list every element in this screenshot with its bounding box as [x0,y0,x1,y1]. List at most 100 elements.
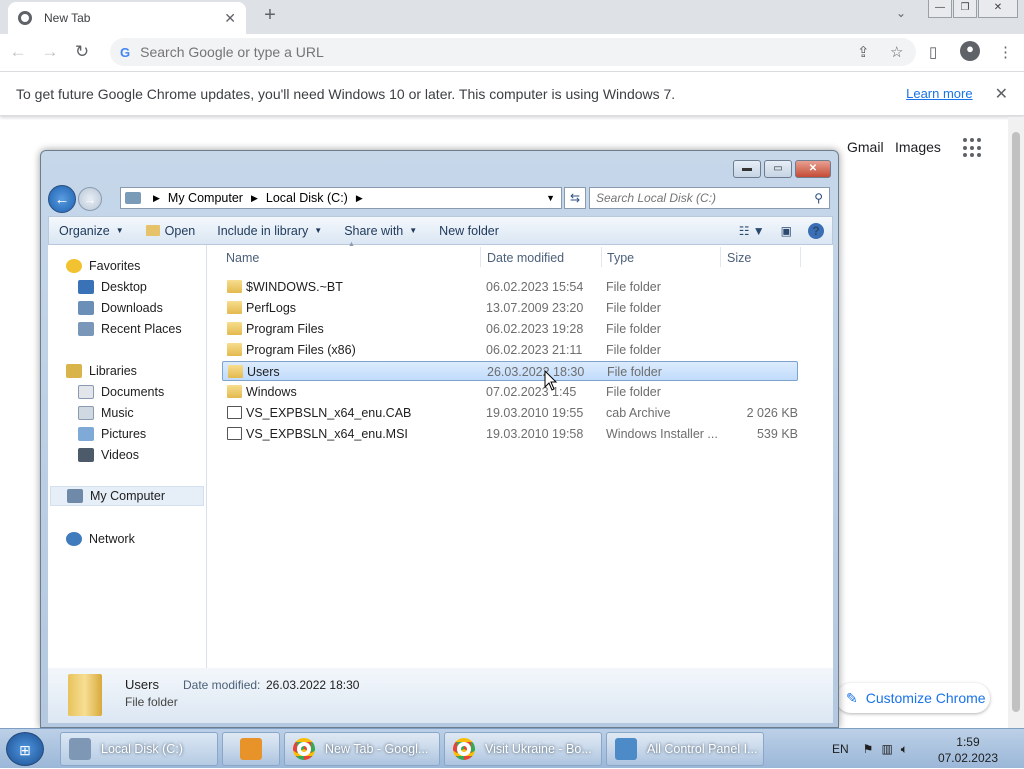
nav-favorites[interactable]: Favorites [66,256,140,276]
side-panel-icon[interactable]: ▯ [929,43,937,61]
explorer-close-button[interactable]: ✕ [795,160,831,178]
breadcrumb-chevron-icon[interactable]: ▶ [356,193,363,204]
column-header-name[interactable]: Name [226,251,259,265]
taskbar-label: All Control Panel I... [647,742,758,756]
profile-avatar-icon[interactable]: ● [960,41,980,61]
nav-my-computer[interactable]: My Computer [50,486,204,506]
taskbar-item-chrome-new-tab[interactable]: New Tab - Googl... [284,732,440,766]
table-row[interactable]: $WINDOWS.~BT 06.02.2023 15:54 File folder [222,277,798,297]
column-divider[interactable] [720,247,721,267]
nav-libraries[interactable]: Libraries [66,361,137,381]
nav-network[interactable]: Network [66,529,135,549]
action-center-flag-icon[interactable]: ⚑ [863,742,874,756]
nav-downloads[interactable]: Downloads [78,298,163,318]
taskbar-item-local-disk[interactable]: Local Disk (C:) [60,732,218,766]
taskbar-item-chrome-visit-ukraine[interactable]: Visit Ukraine - Bo... [444,732,602,766]
breadcrumb-my-computer[interactable]: My Computer [168,191,243,205]
column-divider[interactable] [601,247,602,267]
new-tab-button[interactable]: + [258,4,282,30]
breadcrumb-chevron-icon[interactable]: ▶ [153,193,160,204]
volume-icon[interactable]: 🔈︎ [901,742,908,757]
network-tray-icon[interactable]: ▥ [881,742,892,756]
nav-music[interactable]: Music [78,403,134,423]
refresh-icon[interactable]: ⇆ [564,187,586,209]
table-row[interactable]: Program Files (x86) 06.02.2023 21:11 File … [222,340,798,360]
computer-icon [67,489,83,503]
organize-button[interactable]: Organize ▼ [49,224,135,238]
file-name: PerfLogs [246,301,297,315]
nav-desktop[interactable]: Desktop [78,277,147,297]
gmail-link[interactable]: Gmail [847,139,884,155]
explorer-search-input[interactable] [596,191,815,205]
table-row[interactable]: Program Files 06.02.2023 19:28 File folder [222,319,798,339]
table-row[interactable]: VS_EXPBSLN_x64_enu.MSI 19.03.2010 19:58 Wi… [222,424,798,444]
table-row[interactable]: VS_EXPBSLN_x64_enu.CAB 19.03.2010 19:55 ca… [222,403,798,423]
explorer-back-button[interactable]: ← [48,185,76,213]
table-row[interactable]: Windows 07.02.2023 1:45 File folder [222,382,798,402]
table-row[interactable]: PerfLogs 13.07.2009 23:20 File folder [222,298,798,318]
page-scrollbar[interactable] [1008,117,1024,728]
nav-videos[interactable]: Videos [78,445,139,465]
infobar-close-icon[interactable]: ✕ [995,84,1008,104]
taskbar-item-control-panel[interactable]: All Control Panel I... [606,732,764,766]
file-size: 2 026 KB [746,406,798,420]
bookmark-star-icon[interactable]: ☆ [890,43,903,61]
google-g-icon: G [120,44,131,60]
google-apps-icon[interactable] [963,138,983,158]
view-options-icon[interactable]: ☷ ▼ [739,224,765,238]
reload-icon[interactable]: ↻ [68,42,96,62]
forward-arrow-icon[interactable]: → [36,42,64,62]
nav-pictures[interactable]: Pictures [78,424,146,444]
share-icon[interactable]: ⇪ [857,43,870,61]
breadcrumb-chevron-icon[interactable]: ▶ [251,193,258,204]
address-bar[interactable]: ▶ My Computer ▶ Local Disk (C:) ▶ ▼ [120,187,562,209]
customize-chrome-button[interactable]: ✎ Customize Chrome [836,683,990,713]
tab-close-icon[interactable]: ✕ [224,10,236,27]
nav-documents[interactable]: Documents [78,382,164,402]
learn-more-link[interactable]: Learn more [906,86,972,101]
start-button[interactable]: ⊞ [6,732,44,766]
details-modified-value: 26.03.2022 18:30 [266,678,360,692]
explorer-maximize-button[interactable]: ▭ [764,160,792,178]
recent-places-icon [78,322,94,336]
close-window-button[interactable]: ✕ [978,0,1018,18]
system-tray: EN ⚑ ▥ 🔈︎ 1:59 07.02.2023 [828,729,1024,769]
downloads-icon [78,301,94,315]
column-divider[interactable] [800,247,801,267]
column-divider[interactable] [480,247,481,267]
omnibox-input[interactable] [140,44,916,60]
tab-new-tab[interactable]: New Tab ✕ [8,2,246,34]
menu-dots-icon[interactable]: ⋮ [998,43,1013,61]
images-link[interactable]: Images [895,139,941,155]
search-icon[interactable]: ⚲ [814,191,829,205]
address-dropdown-icon[interactable]: ▼ [540,193,561,203]
table-row[interactable]: Users 26.03.2022 18:30 File folder [222,361,798,381]
tab-search-chevron-icon[interactable]: ⌄ [896,6,906,20]
nav-recent-places[interactable]: Recent Places [78,319,182,339]
column-header-date[interactable]: Date modified [487,251,564,265]
share-with-button[interactable]: Share with ▼ [333,224,428,238]
minimize-button[interactable]: — [928,0,952,18]
column-header-size[interactable]: Size [727,251,751,265]
clock[interactable]: 1:59 07.02.2023 [938,734,998,766]
open-button[interactable]: Open [135,224,207,238]
column-header-type[interactable]: Type [607,251,634,265]
explorer-search-box[interactable]: ⚲ [589,187,830,209]
help-icon[interactable]: ? [808,222,824,239]
language-indicator[interactable]: EN [832,742,849,756]
explorer-minimize-button[interactable]: ▬ [733,160,761,178]
open-label: Open [164,223,196,238]
include-in-library-button[interactable]: Include in library ▼ [206,224,333,238]
tab-strip: New Tab ✕ + ⌄ — ❐ ✕ [0,0,1024,34]
nav-label: Pictures [101,427,147,441]
new-folder-button[interactable]: New folder [428,224,510,238]
explorer-forward-button[interactable]: → [78,187,102,211]
restore-button[interactable]: ❐ [953,0,977,18]
msi-file-icon [227,427,242,440]
back-arrow-icon[interactable]: ← [4,42,32,62]
omnibox[interactable]: G [110,38,916,66]
taskbar-item-media-player[interactable] [222,732,280,766]
breadcrumb-local-disk[interactable]: Local Disk (C:) [266,191,348,205]
file-type: File folder [606,322,661,336]
preview-pane-icon[interactable]: ▣ [781,224,792,238]
